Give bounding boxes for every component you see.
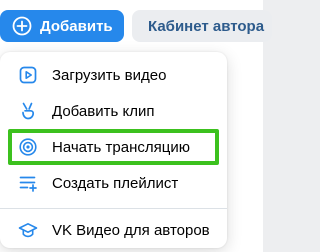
- graduation-cap-icon: [18, 220, 38, 240]
- menu-item-label: Загрузить видео: [52, 66, 167, 84]
- add-dropdown-menu: Загрузить видео Добавить клип Начать тра…: [0, 52, 227, 248]
- author-cabinet-button[interactable]: Кабинет автора: [132, 10, 272, 42]
- add-playlist-icon: [18, 173, 38, 193]
- author-cabinet-label: Кабинет автора: [148, 17, 265, 35]
- menu-item-label: Добавить клип: [52, 102, 155, 120]
- clip-hand-icon: [18, 101, 38, 121]
- upload-video-icon: [18, 65, 38, 85]
- add-button-label: Добавить: [40, 17, 113, 35]
- menu-item-create-playlist[interactable]: Создать плейлист: [8, 165, 219, 201]
- menu-item-label: Начать трансляцию: [52, 138, 190, 156]
- menu-item-vk-video-for-authors[interactable]: VK Видео для авторов: [8, 212, 219, 248]
- menu-separator: [0, 208, 227, 209]
- menu-item-start-broadcast[interactable]: Начать трансляцию: [8, 129, 219, 165]
- menu-item-add-clip[interactable]: Добавить клип: [8, 93, 219, 129]
- broadcast-icon: [18, 137, 38, 157]
- plus-circle-icon: [12, 16, 32, 36]
- menu-item-label: VK Видео для авторов: [52, 221, 210, 239]
- add-button[interactable]: Добавить: [0, 10, 124, 42]
- menu-item-upload-video[interactable]: Загрузить видео: [8, 57, 219, 93]
- menu-item-label: Создать плейлист: [52, 174, 179, 192]
